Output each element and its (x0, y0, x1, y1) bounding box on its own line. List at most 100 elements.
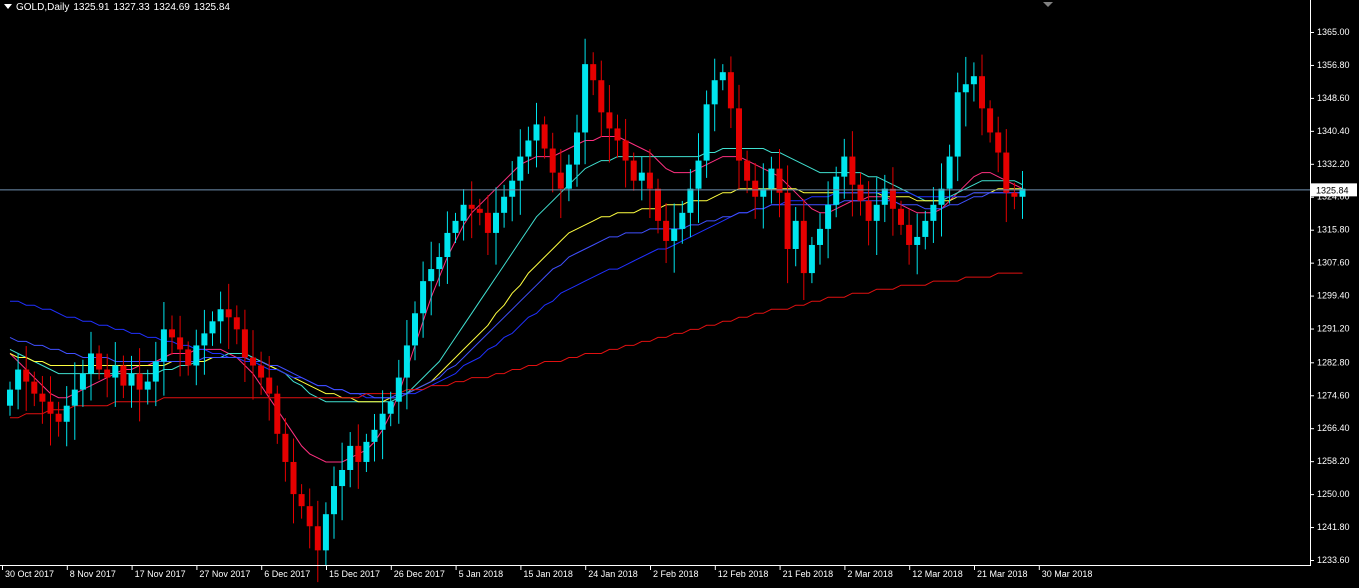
candle-body (355, 445, 362, 462)
y-tick-label: 1299.40 (1317, 291, 1350, 301)
x-tick-label: 6 Dec 2017 (264, 569, 310, 579)
candle-body (71, 389, 78, 406)
x-tick-label: 17 Nov 2017 (135, 569, 186, 579)
candle-body (79, 373, 86, 390)
candle-body (241, 329, 248, 358)
plot-area (0, 0, 1310, 566)
candle-body (792, 220, 799, 249)
candle-body (679, 212, 686, 229)
candle-body (96, 353, 103, 370)
candle-body (784, 192, 791, 249)
candle-body (663, 220, 670, 241)
candle-body (671, 228, 678, 241)
candle-body (703, 104, 710, 161)
y-tick-label: 1348.60 (1317, 93, 1350, 103)
candle-body (752, 180, 759, 197)
candle-body (881, 188, 888, 205)
candle-body (857, 184, 864, 201)
candle-body (614, 128, 621, 141)
candle-body (825, 204, 832, 229)
candle-body (339, 469, 346, 487)
candle-body (938, 188, 945, 205)
x-tick-label: 12 Feb 2018 (718, 569, 769, 579)
candle-body (574, 132, 580, 165)
x-tick-label: 5 Jan 2018 (459, 569, 504, 579)
candle-body (695, 160, 702, 189)
candle-body (266, 377, 273, 394)
y-tick-label: 1258.20 (1317, 456, 1350, 466)
candle-body (509, 180, 516, 197)
x-axis: 30 Oct 2017 8 Nov 2017 17 Nov 2017 27 Nov 2… (2, 566, 1093, 579)
chart-header: GOLD,Daily 1325.91 1327.33 1324.69 1325.84 (2, 2, 234, 13)
candle-body (906, 224, 913, 245)
candle-body (436, 257, 443, 270)
y-tick-label: 1332.20 (1317, 159, 1350, 169)
candle-body (711, 80, 718, 105)
candle-body (387, 401, 394, 414)
y-tick-label: 1274.60 (1317, 390, 1350, 400)
candle-body (768, 168, 775, 189)
candle-body (347, 445, 354, 470)
x-tick-label: 2 Feb 2018 (653, 569, 699, 579)
candle-body (549, 148, 556, 173)
candle-body (622, 140, 629, 161)
candle-body (201, 333, 208, 346)
candle-body (962, 84, 969, 93)
candle-body (177, 337, 184, 350)
y-tick-label: 1356.80 (1317, 60, 1350, 70)
candle-body (412, 313, 418, 346)
candle-body (873, 204, 880, 221)
candle-body (865, 200, 872, 221)
candle-body (420, 281, 427, 314)
candle-body (995, 132, 1002, 153)
menu-triangle-icon[interactable] (4, 4, 12, 10)
candle-body (565, 164, 572, 189)
candle-body (193, 345, 200, 366)
candle-body (128, 373, 135, 386)
candle-body (817, 228, 823, 245)
candle-body (590, 64, 597, 81)
chart-window[interactable]: 1365.00 1356.80 1348.60 1340.40 1332.20 1324.… (0, 0, 1359, 584)
y-tick-label: 1233.60 (1317, 555, 1350, 565)
candle-body (282, 433, 289, 462)
candle-body (314, 526, 321, 551)
y-axis: 1365.001356.801348.601340.401332.201324.… (1310, 27, 1350, 565)
open-value: 1325.91 (73, 2, 110, 13)
candle-body (403, 345, 410, 378)
candle-body (979, 76, 985, 109)
candle-body (144, 381, 151, 390)
candle-body (484, 212, 491, 233)
candle-body (47, 401, 54, 414)
candle-body (889, 188, 896, 209)
candle-body (833, 176, 840, 205)
candle-body (31, 381, 38, 394)
candle-body (1003, 152, 1010, 193)
candle-body (225, 309, 232, 318)
candle-body (582, 64, 589, 133)
x-tick-label: 8 Nov 2017 (70, 569, 116, 579)
y-tick-label: 1282.80 (1317, 357, 1350, 367)
x-tick-label: 21 Feb 2018 (783, 569, 834, 579)
candle-body (533, 124, 540, 141)
price-chart[interactable]: 1365.00 1356.80 1348.60 1340.40 1332.20 1324.… (0, 0, 1359, 584)
candle-body (152, 361, 159, 382)
candle-body (23, 369, 30, 382)
y-tick-label: 1307.60 (1317, 258, 1350, 268)
x-tick-label: 24 Jan 2018 (588, 569, 638, 579)
candle-body (946, 156, 953, 189)
candle-body (136, 373, 143, 390)
candle-body (493, 212, 499, 233)
candle-body (395, 377, 402, 402)
x-tick-label: 30 Oct 2017 (5, 569, 54, 579)
candle-body (646, 172, 653, 189)
candle-body (331, 486, 337, 515)
candle-body (185, 349, 192, 366)
x-tick-label: 30 Mar 2018 (1042, 569, 1093, 579)
candle-body (363, 441, 370, 462)
x-tick-label: 26 Dec 2017 (394, 569, 445, 579)
candle-body (258, 365, 265, 378)
x-tick-label: 27 Nov 2017 (199, 569, 250, 579)
candle-body (452, 220, 459, 233)
candle-body (428, 269, 435, 282)
candle-body (209, 321, 216, 334)
